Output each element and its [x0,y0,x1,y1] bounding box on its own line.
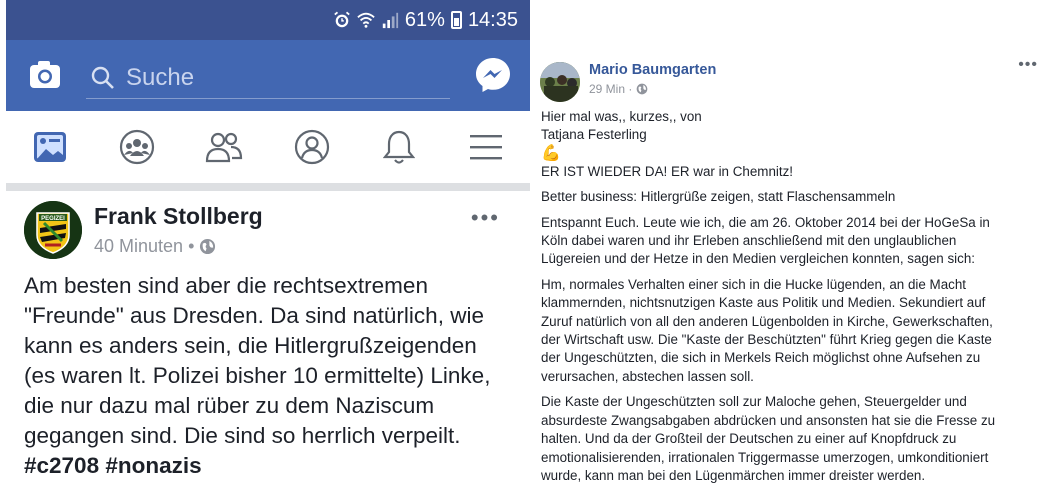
profile-photo [540,62,580,102]
post-line: der Wirtschaft usw. Die "Kaste der Besch… [541,332,992,348]
wifi-icon [357,12,375,28]
feed-post: PEGIZEI Frank Stollberg 40 Minuten • •••… [6,191,530,481]
post-author[interactable]: Frank Stollberg [94,203,263,230]
notifications-bell-icon [382,130,415,164]
post-line: Die Kaste der Ungeschützten soll zur Mal… [541,394,967,410]
post-time[interactable]: 40 Minuten [94,236,183,257]
pegizei-badge-logo: PEGIZEI [24,201,82,259]
post-line: Entspannt Euch. Leute wie ich, die am 26… [541,214,990,230]
post-body: Hier mal was,, kurzes,, von Tatjana Fest… [541,108,1031,492]
friends-icon [206,132,243,163]
post-line: (es waren lt. Polizei bisher 10 ermittel… [24,363,491,388]
profile-icon [294,129,329,165]
post-line: "Freunde" aus Dresden. Da sind natürlich… [24,303,484,328]
globe-icon [637,83,648,95]
post-line: halten. Und da der Großteil der Deutsche… [541,431,957,447]
more-options-icon[interactable]: ••• [471,205,500,231]
tab-notifications[interactable] [379,127,419,167]
feed-separator [6,184,530,191]
app-bar: Suche [6,40,530,111]
post-time[interactable]: 29 Min · [589,82,632,96]
post-line: gegangen sind. Die sind so herrlich verp… [24,423,461,448]
tab-profile[interactable] [292,127,332,167]
badge-text: PEGIZEI [41,216,65,222]
post-body: Am besten sind aber die rechtsextremen "… [24,271,512,481]
post-line: wurde, kann man bei den Lügenmärchen imm… [541,467,926,483]
post-line: Hier mal was,, kurzes,, von [541,109,702,124]
post-paragraph: Die Kaste der Ungeschützten soll zur Mal… [541,393,1031,485]
post-line: Am besten sind aber die rechtsextremen [24,273,428,298]
news-feed-icon [33,132,66,162]
post-paragraph: Better business: Hitlergrüße zeigen, sta… [541,189,896,205]
avatar[interactable] [540,62,580,102]
post-header: PEGIZEI Frank Stollberg 40 Minuten • ••• [24,191,512,261]
battery-icon [450,11,462,29]
groups-icon [119,129,155,165]
more-options-icon[interactable]: ••• [1018,56,1038,74]
post-line: Tatjana Festerling [541,127,647,143]
post-paragraph: Hm, normales Verhalten einer sich in die… [541,276,1031,386]
post-line: kann es anders sein, die Hitlergrußzeige… [24,333,477,358]
battery-percent: 61% [404,8,445,31]
post-line: die nur dazu mal rüber zu dem Naziscum [24,393,435,418]
post-paragraph: Entspannt Euch. Leute wie ich, die am 26… [541,214,1031,269]
status-bar: 61% 14:35 [6,0,530,40]
post-author[interactable]: Mario Baumgarten [589,62,716,78]
post-line: verursachen, abstechen lassen soll. [541,368,754,384]
post-hashtags[interactable]: #c2708 #nonazis [24,451,512,481]
camera-icon[interactable] [28,58,62,92]
globe-icon [200,238,216,255]
left-screenshot: 61% 14:35 Suche PEGIZEI Frank Stollberg … [6,0,530,500]
search-placeholder: Suche [126,64,195,91]
messenger-icon[interactable] [474,56,512,94]
post-line: Hm, normales Verhalten einer sich in die… [541,276,967,292]
nav-tabs [6,111,530,184]
tab-menu[interactable] [466,127,506,167]
post-meta: 29 Min · [589,82,648,96]
tab-groups[interactable] [117,127,157,167]
right-screenshot: Mario Baumgarten 29 Min · ••• Hier mal w… [530,40,1050,500]
tab-news-feed[interactable] [30,127,70,167]
post-line: Zuruf natürlich von all den anderen Lüge… [541,313,993,329]
post-line: emotionalisierenden, irrationalen Trigge… [541,449,989,465]
post-line: klammernden, nichtsnutzigen Kaste aus Po… [541,295,986,311]
search-input[interactable]: Suche [86,58,450,99]
post-meta: 40 Minuten • [94,236,216,257]
avatar[interactable]: PEGIZEI [24,201,82,259]
tab-friends[interactable] [204,127,244,167]
meta-separator: • [188,236,195,256]
post-line: der Ungeschützten, die sich in Merkels R… [541,350,981,366]
search-icon [91,66,114,89]
flexed-biceps-emoji: 💪 [541,144,561,162]
menu-icon [470,135,503,160]
post-paragraph: ER IST WIEDER DA! ER war in Chemnitz! [541,163,793,179]
clock: 14:35 [467,8,518,31]
post-line: absurdeste Zwangsabgaben abdrücken und a… [541,412,996,428]
alarm-icon [334,11,350,28]
post-line: Lügereien und der Hetze in den Medien ve… [541,251,975,267]
signal-icon [382,12,399,29]
post-line: Köln dabei waren und ihr Erleben anschli… [541,233,957,249]
